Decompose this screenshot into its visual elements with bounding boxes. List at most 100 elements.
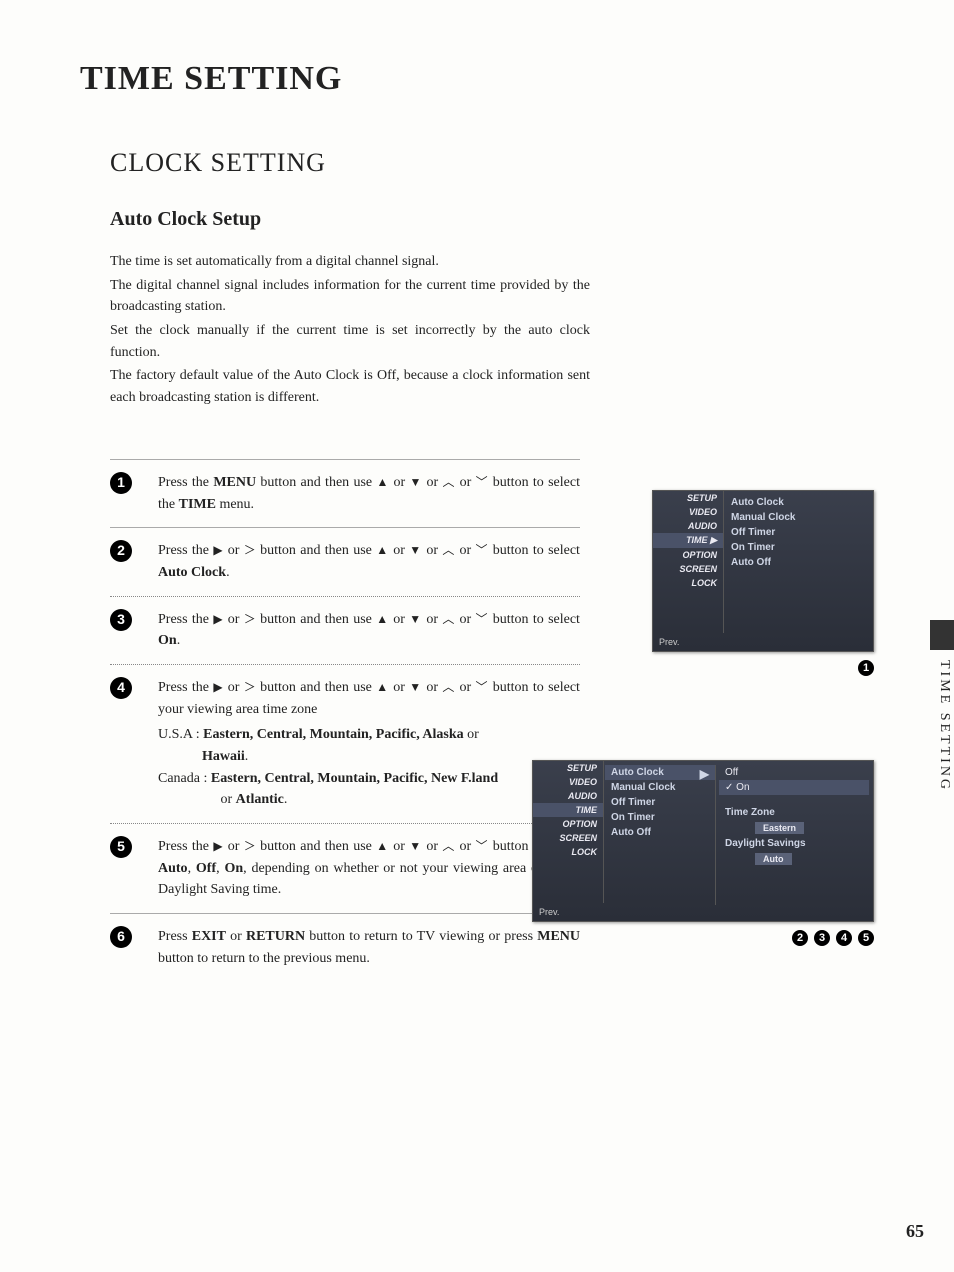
text: Press the (158, 680, 213, 695)
chev-down-icon: ﹀ (476, 839, 489, 853)
chev-up-icon: ︿ (442, 543, 455, 557)
gt-icon: ＞ (244, 680, 256, 694)
osd-time-zone-value: Eastern (719, 820, 869, 836)
text: Press (158, 929, 192, 944)
intro-p3: Set the clock manually if the current ti… (110, 320, 590, 363)
osd-auto-pill: Auto (755, 853, 792, 865)
chev-up-icon: ︿ (442, 839, 455, 853)
text: button to select (488, 543, 580, 558)
osd-menu-lock: LOCK (533, 845, 603, 859)
text: . (245, 749, 249, 764)
ref-badge-4: 4 (836, 930, 852, 946)
page-number: 65 (906, 1221, 924, 1242)
hawaii-label: Hawaii (202, 749, 245, 764)
osd-auto-off: Auto Off (605, 825, 715, 840)
osd-off-option: Off (719, 765, 869, 780)
osd-on-timer: On Timer (605, 810, 715, 825)
osd-daylight-label: Daylight Savings (719, 836, 869, 851)
on-label: On (158, 633, 177, 648)
gt-icon: ＞ (244, 543, 256, 557)
page-title: TIME SETTING (80, 60, 874, 98)
down-icon: ▼ (409, 839, 422, 853)
menu-label: MENU (213, 475, 256, 490)
text: or (389, 839, 409, 854)
osd-menu-lock: LOCK (653, 576, 723, 590)
osd-menu-screen: SCREEN (653, 562, 723, 576)
right-icon: ▶ (213, 839, 223, 853)
text: button and then use (256, 680, 376, 695)
osd-menu-time-label: TIME (686, 535, 708, 545)
text: or (422, 680, 442, 695)
up-icon: ▲ (376, 612, 389, 626)
text: Press the (158, 612, 213, 627)
text: button to return to the previous menu. (158, 951, 370, 966)
osd-menu-setup: SETUP (653, 491, 723, 505)
down-icon: ▼ (409, 612, 422, 626)
manual-page: TIME SETTING CLOCK SETTING Auto Clock Se… (0, 0, 954, 1272)
text: button and then use (256, 543, 376, 558)
osd-off-timer: Off Timer (725, 525, 835, 540)
right-icon: ▶ (710, 535, 717, 545)
text: or (422, 543, 442, 558)
osd-on-timer: On Timer (725, 540, 835, 555)
osd-screenshot-1: SETUP VIDEO AUDIO TIME ▶ OPTION SCREEN L… (652, 490, 874, 652)
text: or (455, 475, 475, 490)
text: or (223, 543, 243, 558)
right-icon: ▶ (213, 680, 223, 694)
ref-badge-1: 1 (858, 660, 874, 676)
osd-auto-clock-label: Auto Clock (611, 767, 664, 778)
gt-icon: ＞ (244, 612, 256, 626)
text: or (455, 612, 475, 627)
down-icon: ▼ (409, 680, 422, 694)
atlantic-label: Atlantic (236, 792, 284, 807)
text: or (422, 475, 442, 490)
ref-badge-5: 5 (858, 930, 874, 946)
chev-up-icon: ︿ (442, 680, 455, 694)
text: or (455, 680, 475, 695)
text: or (389, 543, 409, 558)
osd-auto-clock: Auto Clock (725, 495, 835, 510)
osd-menu-audio: AUDIO (533, 789, 603, 803)
canada-label: Canada : (158, 771, 211, 786)
osd-on-option: ✓ On (719, 780, 869, 795)
step-1: 1 Press the MENU button and then use ▲ o… (110, 460, 580, 527)
osd-left-menu: SETUP VIDEO AUDIO TIME ▶ OPTION SCREEN L… (653, 491, 724, 633)
osd-time-zone-label: Time Zone (719, 805, 869, 820)
ref-badge-3: 3 (814, 930, 830, 946)
step-badge-4: 4 (110, 677, 132, 699)
osd-time-submenu: Auto Clock Manual Clock Off Timer On Tim… (725, 495, 835, 570)
chev-down-icon: ﹀ (476, 612, 489, 626)
step-4: 4 Press the ▶ or ＞ button and then use ▲… (110, 665, 580, 823)
text: or (389, 612, 409, 627)
osd-manual-clock: Manual Clock (725, 510, 835, 525)
chev-down-icon: ﹀ (476, 543, 489, 557)
exit-label: EXIT (192, 929, 226, 944)
canada-zones: Eastern, Central, Mountain, Pacific, New… (211, 771, 498, 786)
osd-prev-hint: Prev. (539, 907, 559, 917)
chev-down-icon: ﹀ (476, 475, 489, 489)
steps-block: 1 Press the MENU button and then use ▲ o… (110, 459, 580, 982)
osd-menu-time: TIME (533, 803, 603, 817)
osd-left-menu: SETUP VIDEO AUDIO TIME OPTION SCREEN LOC… (533, 761, 604, 903)
side-section-label: TIME SETTING (936, 660, 952, 792)
chev-up-icon: ︿ (443, 475, 456, 489)
text: . (284, 792, 288, 807)
side-tab-marker (930, 620, 954, 650)
text: or (389, 680, 409, 695)
text: or (422, 839, 442, 854)
text: , (188, 861, 196, 876)
step-badge-1: 1 (110, 472, 132, 494)
text: button and then use (256, 475, 376, 490)
on-label: On (224, 861, 243, 876)
text: or (422, 612, 442, 627)
text: . (226, 565, 230, 580)
osd-menu-screen: SCREEN (533, 831, 603, 845)
step-6: 6 Press EXIT or RETURN button to return … (110, 914, 580, 981)
down-icon: ▼ (409, 475, 422, 489)
text: or (455, 543, 475, 558)
osd-off-timer: Off Timer (605, 795, 715, 810)
right-icon: ▶ (700, 767, 709, 781)
intro-p2: The digital channel signal includes info… (110, 275, 590, 318)
osd-time-submenu: Auto Clock▶ Manual Clock Off Timer On Ti… (605, 765, 716, 905)
osd2-ref-badges: 2 3 4 5 (792, 930, 874, 946)
